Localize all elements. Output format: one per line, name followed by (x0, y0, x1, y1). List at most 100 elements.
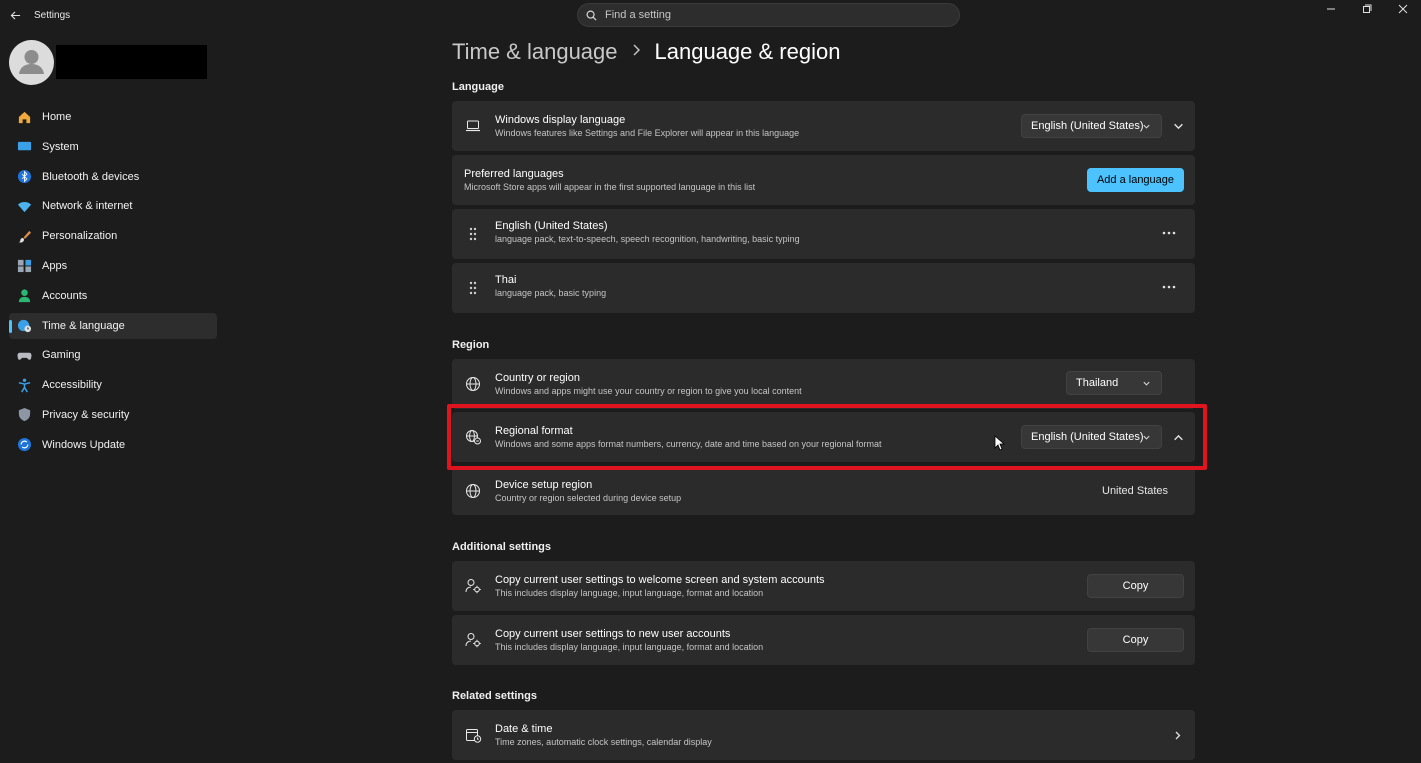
dropdown-value: English (United States) (1031, 120, 1144, 132)
avatar[interactable] (9, 40, 54, 85)
home-icon (17, 110, 32, 125)
sidebar-item-label: Network & internet (42, 200, 133, 213)
sidebar-item-home[interactable]: Home (9, 104, 217, 130)
back-button[interactable] (6, 6, 24, 24)
update-icon (17, 437, 32, 452)
section-title-related: Related settings (452, 690, 537, 702)
display-language-desc: Windows features like Settings and File … (495, 128, 800, 138)
sidebar-item-label: Apps (42, 259, 68, 272)
brush-icon (17, 229, 32, 244)
preferred-languages-desc: Microsoft Store apps will appear in the … (464, 182, 756, 192)
restore-button[interactable] (1349, 0, 1385, 18)
sidebar-item-network[interactable]: Network & internet (9, 193, 217, 219)
search-input[interactable] (605, 9, 935, 21)
mouse-cursor-icon (994, 435, 1005, 451)
sidebar-item-label: Accounts (42, 289, 88, 302)
restore-icon (1363, 4, 1372, 13)
dropdown-value: English (United States) (1031, 431, 1144, 443)
sidebar-item-label: Home (42, 111, 72, 123)
chevron-down-icon (1143, 381, 1150, 386)
copy-new-users-button[interactable]: Copy (1087, 628, 1184, 652)
sidebar-item-gaming[interactable]: Gaming (9, 342, 217, 368)
device-setup-region-desc: Country or region selected during device… (495, 493, 682, 503)
sidebar-nav: Home System Bluetooth & devices Network … (9, 104, 217, 462)
person-gear-icon (464, 631, 482, 649)
calendar-clock-icon (464, 726, 482, 744)
breadcrumb: Time & language Language & region (452, 39, 840, 65)
search-box[interactable] (577, 3, 960, 27)
chevron-up-icon (1173, 434, 1183, 440)
preferred-languages-title: Preferred languages (464, 168, 564, 180)
language-entry-title: English (United States) (495, 220, 608, 232)
sidebar-item-time-language[interactable]: Time & language (9, 312, 217, 339)
regional-format-collapse-button[interactable] (1168, 427, 1188, 447)
section-title-language: Language (452, 81, 504, 93)
add-language-button[interactable]: Add a language (1087, 168, 1184, 192)
date-time-link-card[interactable]: Date & time Time zones, automatic clock … (452, 710, 1195, 760)
people-gear-icon (464, 577, 482, 595)
country-region-card: Country or region Windows and apps might… (452, 359, 1195, 409)
copy-settings-new-users-desc: This includes display language, input la… (495, 642, 764, 652)
system-icon (17, 139, 32, 154)
person-icon (19, 50, 44, 74)
section-title-region: Region (452, 339, 490, 351)
app-title: Settings (34, 10, 71, 21)
sidebar-item-accessibility[interactable]: Accessibility (9, 372, 217, 398)
sidebar-item-apps[interactable]: Apps (9, 253, 217, 279)
apps-icon (17, 258, 32, 273)
page-title: Language & region (654, 39, 841, 64)
user-name-redacted (56, 45, 207, 79)
globe-clock-icon (17, 318, 32, 333)
sidebar-item-label: Privacy & security (42, 408, 130, 421)
copy-settings-new-users-title: Copy current user settings to new user a… (495, 628, 731, 640)
sidebar-item-privacy[interactable]: Privacy & security (9, 402, 217, 428)
drag-handle-icon[interactable] (464, 225, 482, 243)
gamepad-icon (17, 348, 32, 363)
minimize-button[interactable] (1313, 0, 1349, 18)
window-controls (1313, 0, 1421, 18)
regional-format-dropdown[interactable]: English (United States) (1021, 425, 1162, 449)
section-title-additional: Additional settings (452, 541, 551, 553)
display-language-dropdown[interactable]: English (United States) (1021, 114, 1162, 138)
language-entry-english[interactable]: English (United States) language pack, t… (452, 209, 1195, 259)
country-region-dropdown[interactable]: Thailand (1066, 371, 1162, 395)
regional-format-title: Regional format (495, 425, 573, 437)
dropdown-value: Thailand (1076, 377, 1119, 389)
sidebar-item-label: Windows Update (42, 438, 126, 451)
drag-handle-icon[interactable] (464, 279, 482, 297)
accounts-icon (17, 288, 32, 303)
globe-icon (464, 482, 482, 500)
language-entry-thai[interactable]: Thai language pack, basic typing (452, 263, 1195, 313)
close-button[interactable] (1385, 0, 1421, 18)
device-setup-region-title: Device setup region (495, 479, 593, 491)
sidebar-item-bluetooth[interactable]: Bluetooth & devices (9, 164, 217, 190)
sidebar-item-label: Accessibility (42, 379, 102, 392)
date-time-open-button[interactable] (1168, 725, 1188, 745)
sidebar-item-windows-update[interactable]: Windows Update (9, 432, 217, 458)
copy-settings-new-users-card: Copy current user settings to new user a… (452, 615, 1195, 665)
sidebar-item-label: Gaming (42, 349, 81, 362)
chevron-down-icon (1143, 124, 1150, 129)
chevron-right-icon (1175, 731, 1181, 739)
device-setup-region-card: Device setup region Country or region se… (452, 466, 1195, 515)
chevron-down-icon (1143, 435, 1150, 440)
breadcrumb-parent[interactable]: Time & language (452, 39, 618, 65)
sidebar-item-personalization[interactable]: Personalization (9, 223, 217, 249)
globe-icon (464, 375, 482, 393)
device-setup-region-value: United States (1102, 485, 1169, 497)
sidebar-item-accounts[interactable]: Accounts (9, 283, 217, 309)
more-options-button[interactable] (1159, 223, 1179, 243)
close-icon (1398, 4, 1408, 14)
copy-welcome-button[interactable]: Copy (1087, 574, 1184, 598)
sidebar-item-label: Bluetooth & devices (42, 170, 140, 183)
more-options-button[interactable] (1159, 277, 1179, 297)
language-entry-title: Thai (495, 274, 517, 286)
language-entry-desc: language pack, basic typing (495, 288, 607, 298)
country-region-title: Country or region (495, 372, 580, 384)
chevron-down-icon (1173, 123, 1183, 129)
sidebar-item-system[interactable]: System (9, 134, 217, 160)
regional-format-desc: Windows and some apps format numbers, cu… (495, 439, 882, 449)
display-language-expand-button[interactable] (1168, 116, 1188, 136)
date-time-title: Date & time (495, 723, 553, 735)
sidebar-item-label: System (42, 140, 79, 153)
